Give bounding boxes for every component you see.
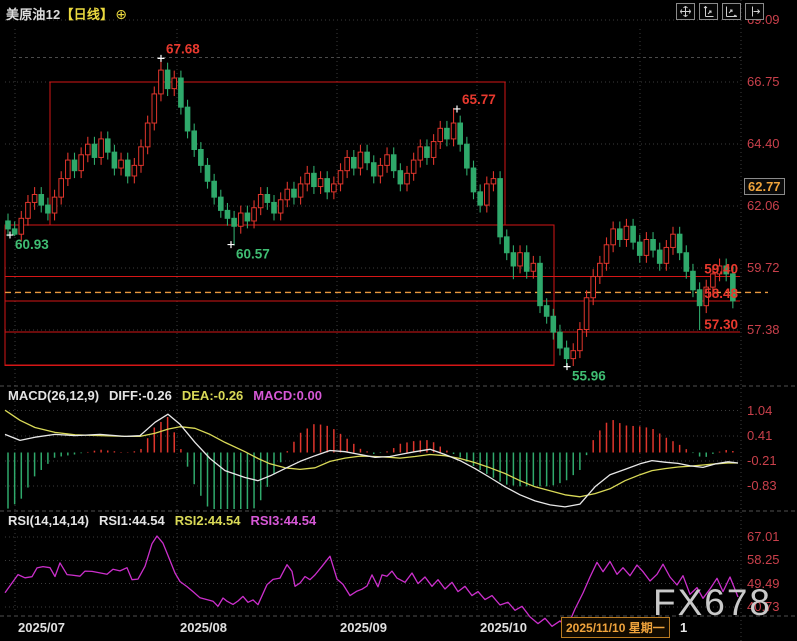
rsi-axis-label: 67.01 <box>747 529 780 544</box>
chart-title: 美原油12【日线】⊕ <box>6 4 127 23</box>
rsi-indicator-row: RSI(14,14,14) RSI1:44.54 RSI2:44.54 RSI3:44… <box>8 513 326 528</box>
x-axis-label-aug: 2025/08 <box>180 620 227 635</box>
rsi3-value: RSI3:44.54 <box>250 513 316 528</box>
extreme-price-label: 60.93 <box>15 237 49 252</box>
price-axis-label: 64.40 <box>747 136 780 151</box>
add-indicator-icon[interactable]: ⊕ <box>115 6 127 22</box>
exit-chart-icon[interactable] <box>745 3 764 20</box>
x-axis-label-sep: 2025/09 <box>340 620 387 635</box>
x-axis-label-oct: 2025/10 <box>480 620 527 635</box>
hline-price-label: 58.48 <box>704 286 738 301</box>
macd-params-label: MACD(26,12,9) <box>8 388 99 403</box>
extreme-price-label: 60.57 <box>236 247 270 262</box>
grid <box>0 0 797 641</box>
scale-y-axis-icon[interactable] <box>699 3 718 20</box>
user-drawn-shapes[interactable] <box>5 82 740 365</box>
drawn-rectangle <box>50 82 505 225</box>
rsi-params-label: RSI(14,14,14) <box>8 513 89 528</box>
extreme-price-label: 55.96 <box>572 369 606 384</box>
drawn-rectangle <box>5 225 554 365</box>
price-axis-label: 66.75 <box>747 74 780 89</box>
hline-price-label: 59.40 <box>704 262 738 277</box>
candlesticks <box>6 57 735 367</box>
rsi2-value: RSI2:44.54 <box>175 513 241 528</box>
diff-line <box>5 414 738 507</box>
crosshair-price-box: 62.77 <box>744 178 785 195</box>
macd-axis-label: 1.04 <box>747 403 772 418</box>
extreme-price-label: 67.68 <box>166 41 200 56</box>
dea-line <box>5 410 738 497</box>
period-label: 【日线】 <box>60 7 113 22</box>
macd-axis-label: -0.83 <box>747 478 777 493</box>
main-chart[interactable]: 67.68 65.77 60.93 60.57 55.96 59.40 58.48 57.30 <box>0 0 797 641</box>
symbol-name: 美原油12 <box>6 7 60 22</box>
macd-axis-label: 0.41 <box>747 428 772 443</box>
rsi-line <box>5 536 738 628</box>
extreme-price-label: 65.77 <box>462 92 496 107</box>
chart-toolbar <box>676 3 764 20</box>
macd-indicator-row: MACD(26,12,9) DIFF:-0.26 DEA:-0.26 MACD:0.0… <box>8 388 332 403</box>
extreme-marker-icon <box>228 241 235 248</box>
rsi-plot <box>5 536 738 628</box>
macd-diff-value: DIFF:-0.26 <box>109 388 172 403</box>
macd-plot <box>5 410 738 509</box>
extreme-marker-icon <box>158 55 165 62</box>
price-axis-label: 57.38 <box>747 322 780 337</box>
hline-price-label: 57.30 <box>704 317 738 332</box>
macd-macd-value: MACD:0.00 <box>253 388 322 403</box>
price-axis-label: 62.06 <box>747 198 780 213</box>
x-axis-label-jul: 2025/07 <box>18 620 65 635</box>
extreme-marker-icon <box>454 105 461 112</box>
move-tool-icon[interactable] <box>676 3 695 20</box>
price-axis-label: 59.72 <box>747 260 780 275</box>
macd-dea-value: DEA:-0.26 <box>182 388 243 403</box>
scale-x-axis-icon[interactable] <box>722 3 741 20</box>
macd-axis-label: -0.21 <box>747 453 777 468</box>
rsi1-value: RSI1:44.54 <box>99 513 165 528</box>
rsi-axis-label: 58.25 <box>747 552 780 567</box>
fx678-watermark: FX678 <box>653 582 772 624</box>
extreme-marker-icon <box>564 363 571 370</box>
